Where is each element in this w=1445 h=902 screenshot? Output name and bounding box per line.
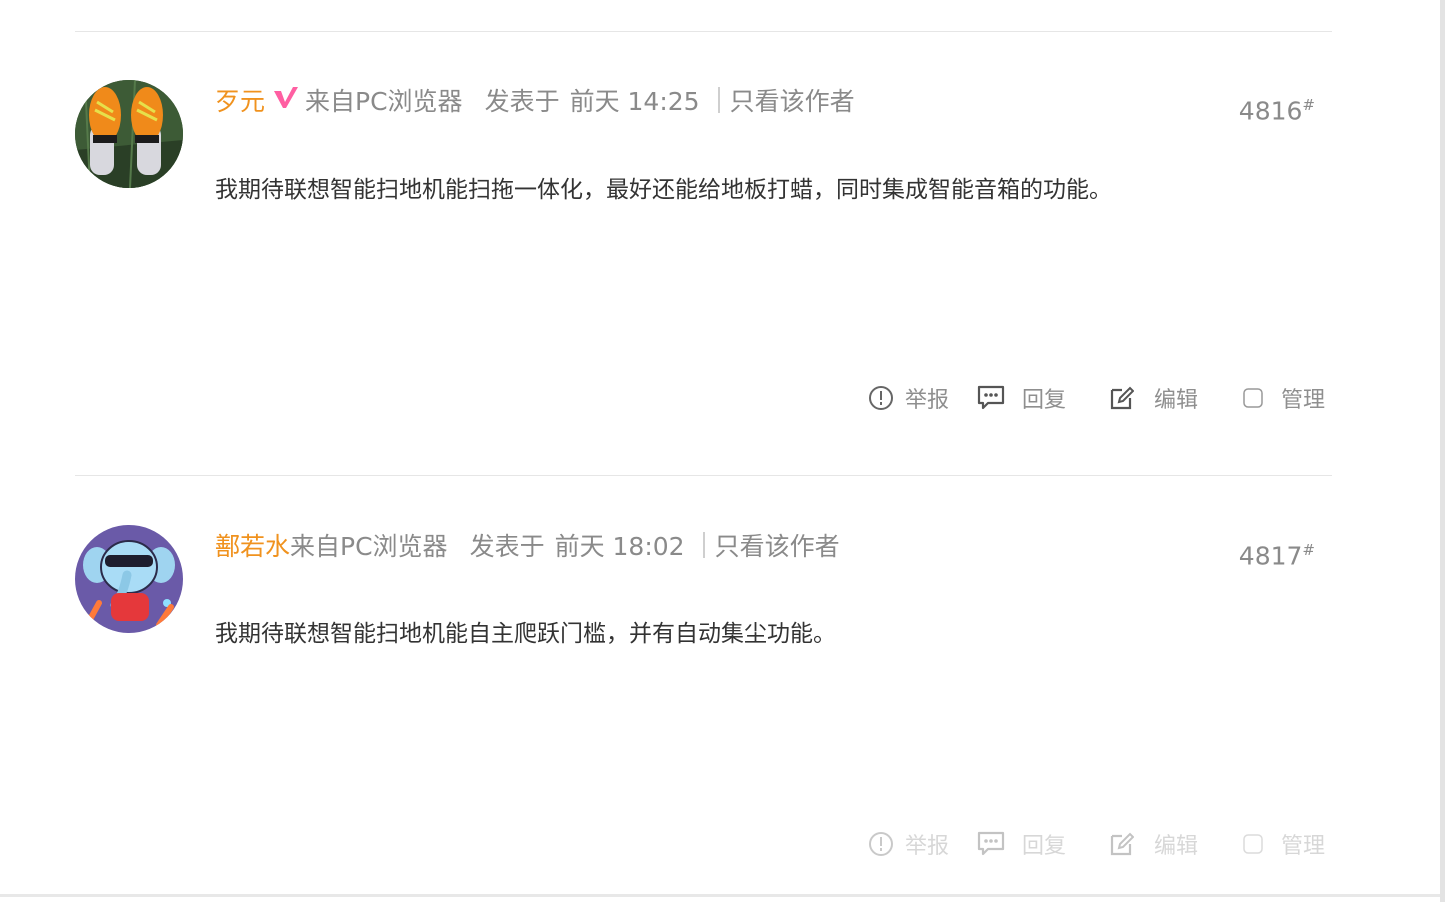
- floor-number[interactable]: 4817#: [1239, 541, 1315, 570]
- alert-icon: [868, 385, 894, 411]
- source-text: 来自PC浏览器: [305, 87, 463, 116]
- author-name[interactable]: 歹元: [215, 82, 265, 118]
- posted-time: 前天 14:25: [569, 87, 700, 116]
- posted-label: 发表于: [469, 532, 545, 561]
- edit-button[interactable]: 编辑: [1110, 382, 1198, 414]
- checkbox-icon[interactable]: [1243, 388, 1263, 408]
- page: 歹元 来自PC浏览器 发表于 前天 14:25 只看该作者 4816# 我期待联…: [0, 0, 1445, 902]
- edit-label: 编辑: [1154, 834, 1199, 859]
- report-label: 举报: [905, 388, 950, 413]
- floor-value: 4817: [1238, 541, 1303, 571]
- manage-label: 管理: [1281, 834, 1326, 859]
- post-meta: 鄯若水 来自PC浏览器 发表于 前天 18:02 只看该作者: [215, 527, 840, 563]
- meta-separator: [717, 87, 720, 113]
- reply-label: 回复: [1022, 388, 1067, 413]
- manage-label: 管理: [1281, 388, 1326, 413]
- posted-label: 发表于: [484, 87, 560, 116]
- comment-icon: [977, 385, 1005, 411]
- author-name[interactable]: 鄯若水: [215, 527, 290, 563]
- post-meta: 歹元 来自PC浏览器 发表于 前天 14:25 只看该作者: [215, 82, 855, 118]
- v-badge-icon: [273, 85, 299, 115]
- reply-button[interactable]: 回复: [977, 382, 1066, 414]
- reply-label: 回复: [1022, 834, 1067, 859]
- comment-icon: [977, 831, 1005, 857]
- report-label: 举报: [905, 834, 950, 859]
- scrollbar-track[interactable]: [1440, 0, 1445, 902]
- posted-time: 前天 18:02: [554, 532, 685, 561]
- post-content: 我期待联想智能扫地机能扫拖一体化，最好还能给地板打蜡，同时集成智能音箱的功能。: [215, 177, 1112, 203]
- edit-label: 编辑: [1154, 388, 1199, 413]
- checkbox-icon[interactable]: [1243, 834, 1263, 854]
- bottom-border: [0, 894, 1440, 897]
- manage-checkbox[interactable]: 管理: [1243, 382, 1325, 414]
- report-button[interactable]: 举报: [868, 828, 949, 860]
- manage-checkbox[interactable]: 管理: [1243, 828, 1325, 860]
- source-text: 来自PC浏览器: [290, 532, 448, 561]
- meta-separator: [702, 532, 705, 558]
- floor-mark: #: [1302, 541, 1315, 559]
- edit-icon: [1110, 385, 1134, 411]
- avatar[interactable]: [75, 525, 183, 633]
- floor-value: 4816: [1238, 96, 1303, 126]
- author-only-link[interactable]: 只看该作者: [730, 82, 855, 118]
- report-button[interactable]: 举报: [868, 382, 949, 414]
- post-divider: [75, 475, 1332, 476]
- floor-number[interactable]: 4816#: [1239, 96, 1315, 125]
- floor-mark: #: [1302, 96, 1315, 114]
- post-content: 我期待联想智能扫地机能自主爬跃门槛，并有自动集尘功能。: [215, 621, 836, 647]
- reply-button[interactable]: 回复: [977, 828, 1066, 860]
- edit-icon: [1110, 831, 1134, 857]
- post-divider: [75, 31, 1332, 32]
- edit-button[interactable]: 编辑: [1110, 828, 1198, 860]
- author-only-link[interactable]: 只看该作者: [715, 527, 840, 563]
- avatar[interactable]: [75, 80, 183, 188]
- alert-icon: [868, 831, 894, 857]
